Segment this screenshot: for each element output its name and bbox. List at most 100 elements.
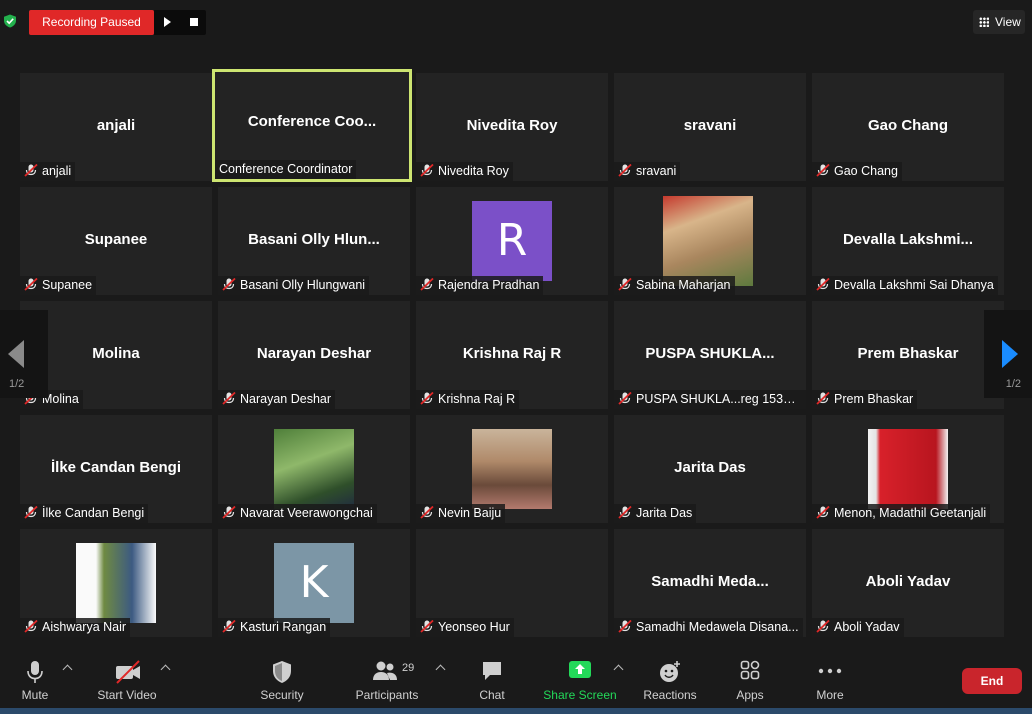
participant-tile[interactable]: Aboli Yadav Aboli Yadav: [812, 529, 1004, 637]
muted-mic-icon: [420, 163, 434, 177]
participant-tile[interactable]: Nevin Baiju: [416, 415, 608, 523]
participant-display-name: Basani Olly Hlun...: [248, 231, 380, 248]
participant-tile[interactable]: anjali anjali: [20, 73, 212, 181]
participant-nameplate: Samadhi Medawela Disana...: [614, 618, 803, 637]
participant-tile[interactable]: Conference Coo... Conference Coordinator: [212, 69, 412, 182]
view-button[interactable]: View: [973, 10, 1025, 34]
muted-mic-icon: [420, 277, 434, 291]
participant-nameplate: Aboli Yadav: [812, 618, 904, 637]
end-meeting-button[interactable]: End: [962, 668, 1022, 694]
avatar-photo: [76, 543, 156, 623]
participant-name: Aboli Yadav: [834, 620, 900, 634]
participant-display-name: Molina: [92, 345, 140, 362]
muted-mic-icon: [222, 277, 236, 291]
participant-tile[interactable]: Gao Chang Gao Chang: [812, 73, 1004, 181]
participant-nameplate: Devalla Lakshmi Sai Dhanya: [812, 276, 998, 295]
participant-display-name: Gao Chang: [867, 117, 948, 134]
participant-name: Narayan Deshar: [240, 392, 332, 406]
participant-tile[interactable]: Aishwarya Nair: [20, 529, 212, 637]
muted-mic-icon: [420, 391, 434, 405]
participant-name: Conference Coordinator: [219, 162, 353, 176]
stop-recording-icon[interactable]: [190, 18, 198, 26]
previous-page-button[interactable]: 1/2: [0, 310, 48, 398]
gallery-grid: anjali anjali Conference Coo... Conference …: [20, 69, 1004, 637]
muted-mic-icon: [816, 163, 830, 177]
participant-name: Sabina Maharjan: [636, 278, 731, 292]
participant-tile[interactable]: sravani sravani: [614, 73, 806, 181]
participants-count: 29: [402, 662, 415, 674]
participant-tile[interactable]: İlke Candan Bengi İlke Candan Bengi: [20, 415, 212, 523]
participant-name: Gao Chang: [834, 164, 898, 178]
reactions-button[interactable]: Reactions: [640, 648, 700, 708]
participant-tile[interactable]: Devalla Lakshmi... Devalla Lakshmi Sai Dh…: [812, 187, 1004, 295]
participant-display-name: Prem Bhaskar: [857, 345, 959, 362]
participant-tile[interactable]: Yeonseo Hur: [416, 529, 608, 637]
reactions-icon: [660, 661, 680, 682]
arrow-right-icon: [1002, 340, 1018, 368]
security-label: Security: [260, 688, 304, 702]
participant-nameplate: Navarat Veerawongchai: [218, 504, 377, 523]
muted-mic-icon: [222, 391, 236, 405]
participant-tile[interactable]: Nivedita Roy Nivedita Roy: [416, 73, 608, 181]
muted-mic-icon: [816, 619, 830, 633]
participant-name: sravani: [636, 164, 677, 178]
participant-display-name: Nivedita Roy: [466, 117, 558, 134]
share-screen-button[interactable]: Share Screen: [540, 648, 620, 708]
participant-tile[interactable]: Supanee Supanee: [20, 187, 212, 295]
participants-options-caret-icon[interactable]: [435, 664, 446, 675]
more-button[interactable]: More: [812, 648, 848, 708]
avatar-photo: [472, 429, 552, 509]
share-screen-icon: [569, 661, 591, 678]
participant-nameplate: anjali: [20, 162, 76, 181]
participant-tile[interactable]: Narayan Deshar Narayan Deshar: [218, 301, 410, 409]
participant-display-name: anjali: [96, 117, 136, 134]
mute-button[interactable]: Mute: [14, 648, 56, 708]
video-off-icon: [116, 660, 140, 684]
participant-tile[interactable]: Jarita Das Jarita Das: [614, 415, 806, 523]
participants-button[interactable]: 29 Participants: [352, 648, 422, 708]
participant-name: Basani Olly Hlungwani: [240, 278, 366, 292]
muted-mic-icon: [618, 391, 632, 405]
participant-name: Supanee: [42, 278, 93, 292]
participant-name: Prem Bhaskar: [834, 392, 914, 406]
participant-name: PUSPA SHUKLA...reg 15320...: [636, 392, 806, 406]
participant-display-name: Conference Coo...: [247, 113, 377, 130]
participant-nameplate: İlke Candan Bengi: [20, 504, 149, 523]
participant-tile[interactable]: K Kasturi Rangan: [218, 529, 410, 637]
resume-recording-icon[interactable]: [164, 17, 171, 27]
participant-name: Kasturi Rangan: [240, 620, 327, 634]
participant-nameplate: sravani: [614, 162, 681, 181]
chat-button[interactable]: Chat: [472, 648, 512, 708]
participant-tile[interactable]: R Rajendra Pradhan: [416, 187, 608, 295]
participant-tile[interactable]: Samadhi Meda... Samadhi Medawela Disana..…: [614, 529, 806, 637]
participant-tile[interactable]: PUSPA SHUKLA... PUSPA SHUKLA...reg 15320.…: [614, 301, 806, 409]
security-button[interactable]: Security: [258, 648, 306, 708]
participant-tile[interactable]: Krishna Raj R Krishna Raj R: [416, 301, 608, 409]
start-video-button[interactable]: Start Video: [96, 648, 158, 708]
video-options-caret-icon[interactable]: [160, 664, 171, 675]
participant-tile[interactable]: Sabina Maharjan: [614, 187, 806, 295]
security-shield-icon[interactable]: [3, 14, 17, 28]
os-taskbar-strip: [0, 708, 1032, 714]
view-label: View: [995, 15, 1021, 29]
participant-tile[interactable]: Molina Molina: [20, 301, 212, 409]
avatar: K: [274, 543, 354, 623]
participant-tile[interactable]: Navarat Veerawongchai: [218, 415, 410, 523]
apps-button[interactable]: Apps: [732, 648, 768, 708]
muted-mic-icon: [24, 619, 38, 633]
participant-tile[interactable]: Menon, Madathil Geetanjali: [812, 415, 1004, 523]
participant-display-name: Jarita Das: [674, 459, 746, 476]
participant-tile[interactable]: Basani Olly Hlun... Basani Olly Hlungwani: [218, 187, 410, 295]
participant-name: Jarita Das: [636, 506, 693, 520]
participant-nameplate: Nevin Baiju: [416, 504, 506, 523]
participant-tile[interactable]: Prem Bhaskar Prem Bhaskar: [812, 301, 1004, 409]
audio-options-caret-icon[interactable]: [62, 664, 73, 675]
muted-mic-icon: [24, 505, 38, 519]
participant-nameplate: Kasturi Rangan: [218, 618, 331, 637]
muted-mic-icon: [24, 277, 38, 291]
next-page-button[interactable]: 1/2: [984, 310, 1032, 398]
muted-mic-icon: [618, 163, 632, 177]
microphone-icon: [27, 661, 43, 683]
participant-name: Nevin Baiju: [438, 506, 502, 520]
participant-name: İlke Candan Bengi: [42, 506, 145, 520]
